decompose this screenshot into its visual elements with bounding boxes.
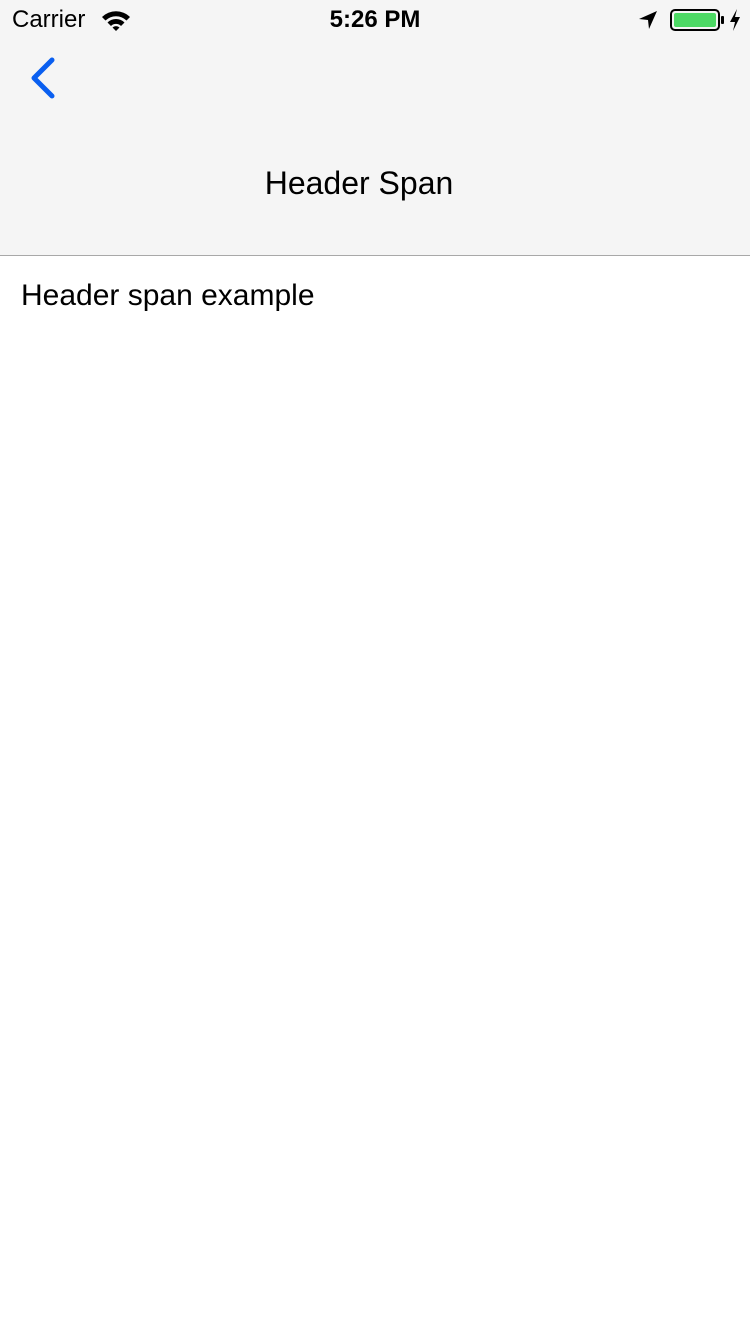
status-bar: Carrier 5:26 PM <box>0 0 750 40</box>
location-arrow-icon <box>639 11 657 29</box>
content-area: Header span example <box>0 256 750 1334</box>
back-button[interactable] <box>18 50 68 106</box>
body-text: Header span example <box>21 279 315 312</box>
screen: Carrier 5:26 PM Header Span Header span … <box>0 0 750 1334</box>
chevron-left-icon <box>31 57 55 99</box>
battery-icon <box>670 9 724 31</box>
charging-bolt-icon <box>730 9 740 31</box>
header-area: Carrier 5:26 PM Header Span <box>0 0 750 256</box>
page-title: Header Span <box>264 165 454 201</box>
